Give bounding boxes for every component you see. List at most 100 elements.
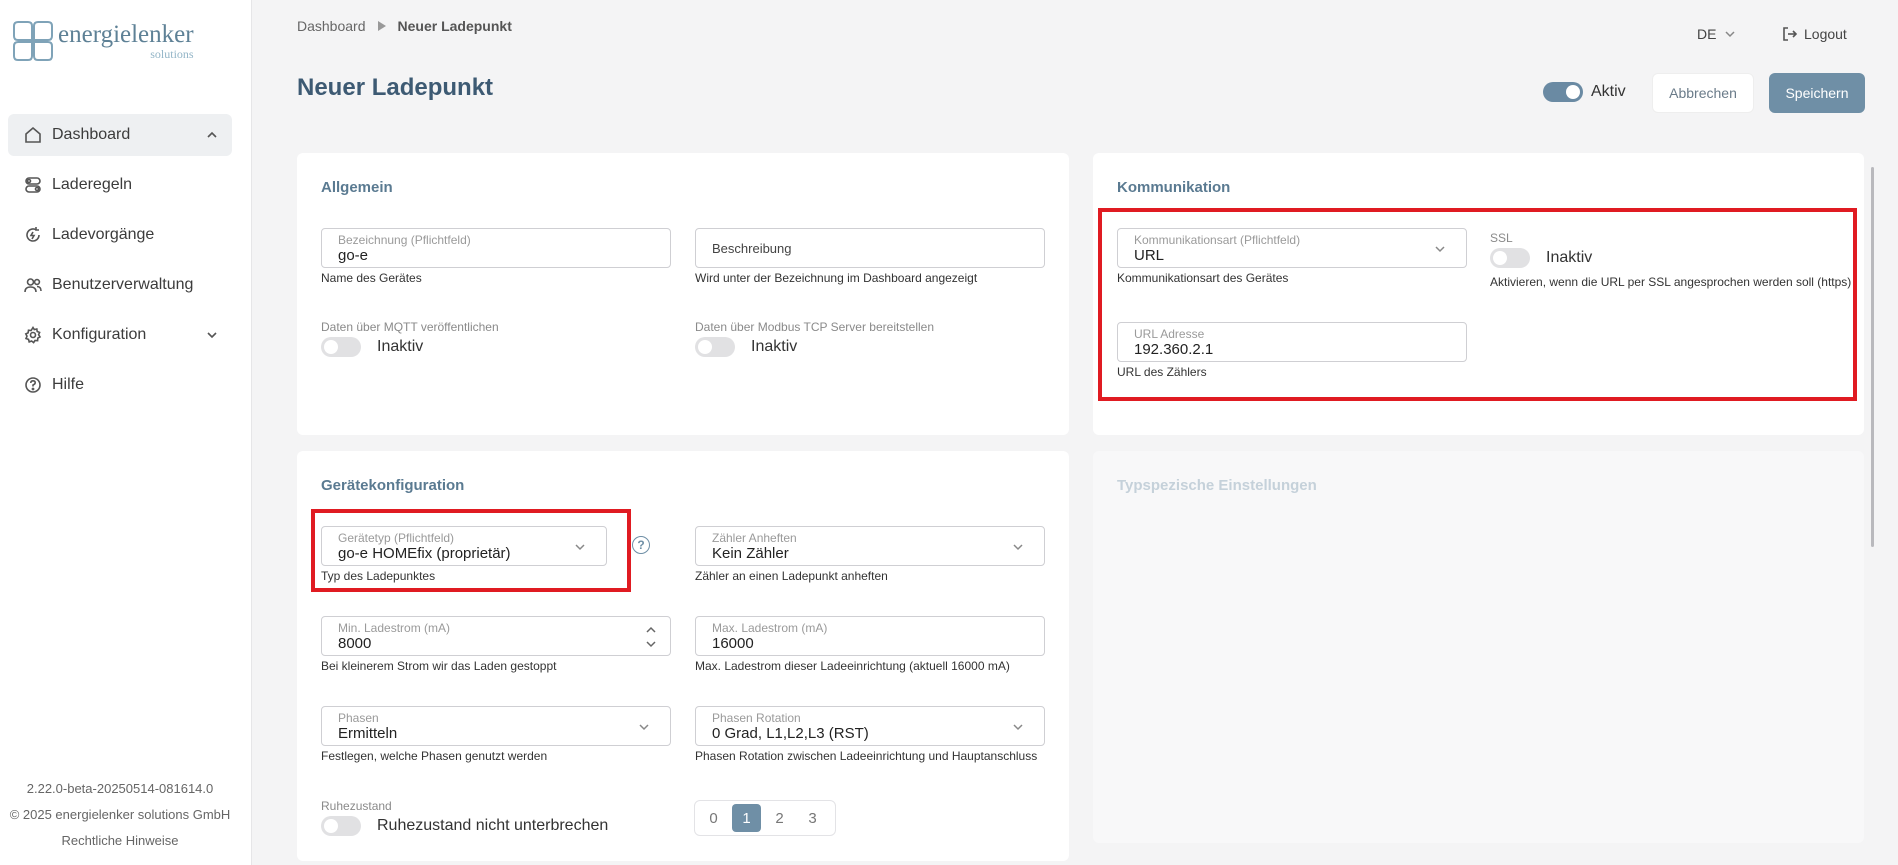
sidebar-item-label: Konfiguration (52, 326, 147, 343)
chevron-down-icon (1725, 31, 1735, 38)
sidebar-item-ladevorgaenge[interactable]: Ladevorgänge (8, 214, 232, 256)
card-typspezifische-einstellungen: Typspezische Einstellungen (1093, 451, 1864, 843)
beschreibung-field[interactable]: Beschreibung (695, 228, 1045, 268)
mqtt-toggle-row: Inaktiv (321, 337, 423, 357)
logout-icon (1783, 27, 1798, 41)
version-text: 2.22.0-beta-20250514-081614.0 (26, 781, 214, 796)
priority-option-0[interactable]: 0 (699, 804, 728, 832)
logout-label: Logout (1804, 26, 1847, 42)
zaehler-select[interactable]: Zähler Anheften Kein Zähler (695, 526, 1045, 566)
phasen-select[interactable]: Phasen Ermitteln (321, 706, 671, 746)
field-value: Ermitteln (338, 725, 398, 742)
max-ladestrom-hint: Max. Ladestrom dieser Ladeeinrichtung (a… (695, 659, 1010, 673)
max-ladestrom-input[interactable]: Max. Ladestrom (mA) 16000 (695, 616, 1045, 656)
ruhezustand-label: Ruhezustand (321, 799, 392, 813)
field-label: Max. Ladestrom (mA) (712, 621, 828, 635)
page-title: Neuer Ladepunkt (297, 74, 494, 101)
sidebar: energielenker solutions Dashboard Ladere… (0, 0, 252, 865)
field-label: Phasen Rotation (712, 711, 801, 725)
ruhezustand-state: Ruhezustand nicht unterbrechen (377, 817, 609, 834)
active-toggle-row: Aktiv (1543, 82, 1626, 102)
field-label: Min. Ladestrom (mA) (338, 621, 451, 635)
priority-segmented-control: 0 1 2 3 (694, 800, 836, 836)
card-title-typspezifisch: Typspezische Einstellungen (1117, 477, 1317, 494)
scrollbar[interactable] (1871, 167, 1874, 547)
bezeichnung-field[interactable]: Bezeichnung (Pflichtfeld) go-e (321, 228, 671, 268)
modbus-toggle[interactable] (695, 337, 735, 357)
chevron-down-icon (639, 724, 649, 731)
priority-option-3[interactable]: 3 (798, 804, 827, 832)
phasen-rotation-select[interactable]: Phasen Rotation 0 Grad, L1,L2,L3 (RST) (695, 706, 1045, 746)
logo[interactable]: energielenker solutions (12, 20, 194, 62)
field-value: go-e (338, 247, 369, 264)
sidebar-item-laderegeln[interactable]: Laderegeln (8, 164, 232, 206)
chevron-up-icon (207, 131, 217, 138)
users-icon (24, 278, 42, 293)
breadcrumb-root[interactable]: Dashboard (297, 18, 366, 34)
sidebar-item-label: Hilfe (52, 376, 85, 393)
min-ladestrom-input[interactable]: Min. Ladestrom (mA) 8000 (321, 616, 671, 656)
refresh-bolt-icon (26, 227, 40, 242)
language-select[interactable]: DE (1697, 26, 1736, 42)
bezeichnung-hint: Name des Gerätes (321, 271, 422, 285)
logo-name: energielenker (58, 21, 194, 48)
card-title-allgemein: Allgemein (321, 179, 393, 196)
chevron-down-icon (207, 332, 217, 339)
phasen-rotation-hint: Phasen Rotation zwischen Ladeeinrichtung… (695, 749, 1038, 763)
save-button[interactable]: Speichern (1769, 73, 1865, 113)
logo-sub: solutions (150, 47, 194, 61)
legal-link[interactable]: Rechtliche Hinweise (0, 833, 240, 848)
sidebar-item-label: Benutzerverwaltung (52, 276, 194, 293)
card-title-kommunikation: Kommunikation (1117, 179, 1231, 196)
toggles-icon (25, 177, 41, 193)
modbus-state: Inaktiv (751, 338, 798, 355)
field-label: Bezeichnung (Pflichtfeld) (338, 233, 471, 247)
priority-option-1[interactable]: 1 (732, 804, 761, 832)
sidebar-item-dashboard[interactable]: Dashboard (8, 114, 232, 156)
mqtt-toggle[interactable] (321, 337, 361, 357)
beschreibung-hint: Wird unter der Bezeichnung im Dashboard … (695, 271, 978, 285)
card-title-geraetekonfiguration: Gerätekonfiguration (321, 477, 465, 494)
help-circle-icon (25, 377, 41, 393)
home-icon (25, 126, 41, 143)
sidebar-item-label: Dashboard (52, 126, 131, 143)
active-toggle[interactable] (1543, 82, 1583, 102)
sidebar-item-hilfe[interactable]: Hilfe (8, 364, 232, 406)
logo-icon (13, 21, 53, 61)
sidebar-item-label: Ladevorgänge (52, 226, 155, 243)
breadcrumb: Dashboard Neuer Ladepunkt (297, 18, 512, 34)
breadcrumb-separator-icon (377, 21, 386, 31)
cancel-button[interactable]: Abbrechen (1652, 73, 1754, 113)
sidebar-item-label: Laderegeln (52, 176, 133, 193)
field-value: 16000 (712, 635, 754, 652)
sidebar-item-konfiguration[interactable]: Konfiguration (8, 314, 232, 356)
field-label: Zähler Anheften (712, 531, 797, 545)
gear-icon (24, 326, 42, 344)
highlight-kommunikation (1098, 208, 1857, 401)
sidebar-item-benutzerverwaltung[interactable]: Benutzerverwaltung (8, 264, 232, 306)
mqtt-label: Daten über MQTT veröffentlichen (321, 320, 499, 334)
language-value: DE (1697, 26, 1717, 42)
field-value: 0 Grad, L1,L2,L3 (RST) (712, 725, 869, 742)
mqtt-state: Inaktiv (377, 338, 424, 355)
logout-button[interactable]: Logout (1782, 26, 1847, 42)
field-value: 8000 (338, 635, 372, 652)
phasen-hint: Festlegen, welche Phasen genutzt werden (321, 749, 548, 763)
ruhezustand-toggle-row: Ruhezustand nicht unterbrechen (321, 816, 608, 836)
field-placeholder: Beschreibung (712, 241, 792, 256)
stepper-icon[interactable] (646, 625, 656, 649)
modbus-label: Daten über Modbus TCP Server bereitstell… (695, 320, 935, 334)
zaehler-hint: Zähler an einen Ladepunkt anheften (695, 569, 888, 583)
modbus-toggle-row: Inaktiv (695, 337, 797, 357)
active-label: Aktiv (1591, 83, 1626, 100)
chevron-down-icon (1013, 544, 1023, 551)
field-label: Phasen (338, 711, 379, 725)
help-icon[interactable]: ? (632, 536, 650, 554)
highlight-geraetetyp (311, 509, 631, 592)
min-ladestrom-hint: Bei kleinerem Strom wir das Laden gestop… (321, 659, 557, 673)
breadcrumb-current: Neuer Ladepunkt (397, 18, 512, 34)
ruhezustand-toggle[interactable] (321, 816, 361, 836)
copyright-text: © 2025 energielenker solutions GmbH (9, 807, 231, 822)
sidebar-nav: Dashboard Laderegeln Ladevorgänge Benutz… (8, 114, 232, 414)
priority-option-2[interactable]: 2 (765, 804, 794, 832)
